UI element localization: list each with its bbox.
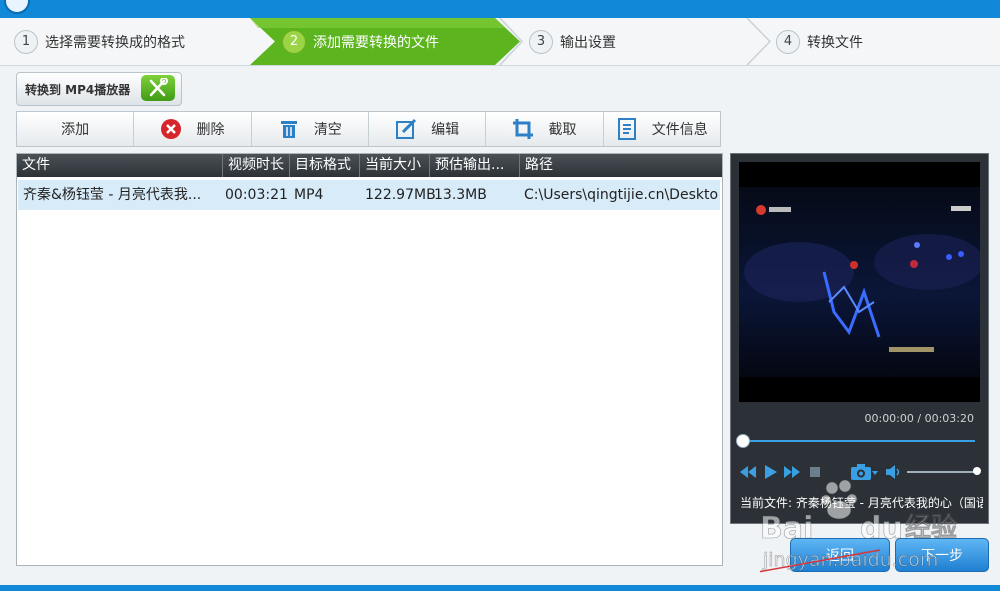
cell-format: MP4 bbox=[294, 187, 324, 203]
file-list[interactable]: 文件 视频时长 目标格式 当前大小 预估输出... 路径 齐秦&杨钰莹 - 月亮… bbox=[16, 153, 723, 566]
edit-label: 编辑 bbox=[431, 122, 460, 138]
delete-icon bbox=[160, 118, 182, 140]
step-label: 输出设置 bbox=[560, 34, 616, 51]
current-file-label: 当前文件: 齐秦杨钰莹 - 月亮代表我的心（国语 bbox=[740, 496, 983, 510]
toolbar: 添加 删除 清空 编辑 截取 文件信息 bbox=[16, 111, 721, 147]
delete-label: 删除 bbox=[196, 122, 225, 138]
video-frame bbox=[739, 162, 980, 402]
step-number: 1 bbox=[14, 29, 38, 54]
snapshot-icon[interactable] bbox=[849, 462, 879, 482]
file-info-icon bbox=[616, 118, 638, 140]
volume-slider[interactable] bbox=[907, 471, 975, 473]
step-label: 添加需要转换的文件 bbox=[313, 34, 439, 51]
seek-bar[interactable] bbox=[741, 440, 975, 442]
clear-label: 清空 bbox=[313, 122, 342, 138]
rewind-icon[interactable] bbox=[739, 462, 757, 482]
clear-button[interactable]: 清空 bbox=[252, 112, 369, 146]
table-row[interactable]: 齐秦&杨钰莹 - 月亮代表我... 00:03:21 MP4 122.97MB … bbox=[18, 180, 720, 210]
delete-button[interactable]: 删除 bbox=[134, 112, 252, 146]
column-header-duration[interactable]: 视频时长 bbox=[223, 154, 290, 177]
step-label: 选择需要转换成的格式 bbox=[45, 34, 185, 51]
step-3[interactable]: 3 输出设置 bbox=[529, 18, 616, 65]
next-button[interactable]: 下一步 bbox=[895, 538, 989, 572]
tools-icon bbox=[141, 75, 175, 101]
fast-forward-icon[interactable] bbox=[783, 462, 801, 482]
step-4[interactable]: 4 转换文件 bbox=[776, 18, 863, 65]
column-header-file[interactable]: 文件 bbox=[17, 154, 223, 177]
crop-icon bbox=[512, 118, 534, 140]
step-number: 4 bbox=[776, 29, 800, 54]
next-label: 下一步 bbox=[921, 548, 963, 564]
video-screen[interactable] bbox=[739, 162, 980, 402]
cell-output: 13.3MB bbox=[434, 187, 487, 203]
crop-button[interactable]: 截取 bbox=[486, 112, 604, 146]
playback-time: 00:00:00 / 00:03:20 bbox=[864, 412, 974, 425]
app-logo bbox=[4, 0, 30, 14]
convert-mp4-label: 转换到 MP4播放器 bbox=[25, 82, 131, 97]
back-label: 返回 bbox=[826, 548, 854, 564]
file-info-label: 文件信息 bbox=[651, 122, 708, 138]
step-number: 3 bbox=[529, 29, 553, 54]
column-header-output[interactable]: 预估输出... bbox=[430, 154, 520, 177]
title-bar bbox=[0, 0, 1000, 18]
volume-icon[interactable] bbox=[885, 462, 903, 482]
trash-icon bbox=[278, 118, 300, 140]
table-header: 文件 视频时长 目标格式 当前大小 预估输出... 路径 bbox=[17, 154, 722, 177]
play-icon[interactable] bbox=[763, 462, 779, 482]
file-info-button[interactable]: 文件信息 bbox=[604, 112, 720, 146]
crop-label: 截取 bbox=[548, 122, 577, 138]
edit-button[interactable]: 编辑 bbox=[369, 112, 487, 146]
stop-icon[interactable] bbox=[808, 462, 822, 482]
cell-file: 齐秦&杨钰莹 - 月亮代表我... bbox=[23, 187, 202, 203]
step-number: 2 bbox=[282, 29, 306, 54]
step-label: 转换文件 bbox=[807, 34, 863, 51]
step-2[interactable]: 2 添加需要转换的文件 bbox=[282, 18, 439, 65]
convert-mp4-button[interactable]: 转换到 MP4播放器 bbox=[16, 72, 182, 106]
column-header-path[interactable]: 路径 bbox=[520, 154, 722, 177]
add-button[interactable]: 添加 bbox=[17, 112, 135, 146]
cell-size: 122.97MB bbox=[365, 187, 435, 203]
status-bar bbox=[0, 585, 1000, 591]
step-1[interactable]: 1 选择需要转换成的格式 bbox=[14, 18, 185, 65]
add-label: 添加 bbox=[61, 122, 90, 138]
column-header-size[interactable]: 当前大小 bbox=[360, 154, 430, 177]
back-button[interactable]: 返回 bbox=[790, 538, 890, 572]
cell-path: C:\Users\qingtijie.cn\Deskto... bbox=[524, 187, 718, 203]
volume-handle[interactable] bbox=[973, 467, 981, 475]
edit-icon bbox=[395, 118, 417, 140]
seek-handle[interactable] bbox=[736, 434, 750, 448]
column-header-format[interactable]: 目标格式 bbox=[290, 154, 360, 177]
cell-duration: 00:03:21 bbox=[225, 187, 288, 203]
preview-panel: 00:00:00 / 00:03:20 当前文件: 齐秦杨钰莹 - 月亮代表我的… bbox=[730, 153, 989, 524]
step-wizard: 1 选择需要转换成的格式 2 添加需要转换的文件 3 输出设置 4 转换文件 bbox=[0, 18, 1000, 66]
